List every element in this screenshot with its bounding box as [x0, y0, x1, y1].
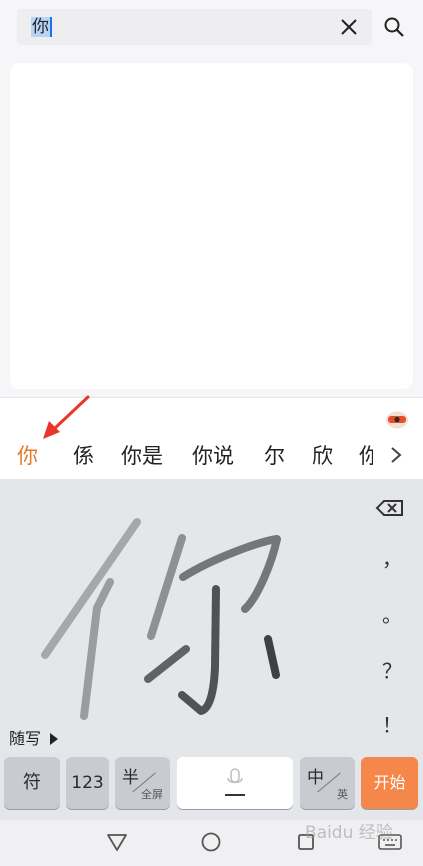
candidate-1[interactable]: 你	[17, 443, 38, 469]
fullscreen-label: 全屏	[141, 788, 163, 801]
watermark: Baidu 经验	[305, 823, 393, 843]
language-switch-key[interactable]: 中 英	[300, 757, 355, 809]
circle-home-icon[interactable]	[200, 831, 222, 853]
period-key[interactable]: 。	[370, 596, 414, 634]
close-icon[interactable]	[338, 16, 360, 38]
chevron-right-icon[interactable]	[388, 445, 404, 465]
go-key[interactable]: 开始	[361, 757, 418, 809]
triangle-right-icon[interactable]	[50, 733, 58, 745]
candidate-4[interactable]: 你说	[192, 443, 234, 469]
numbers-key[interactable]: 123	[66, 757, 109, 809]
chinese-label: 中	[307, 768, 324, 788]
half-fullscreen-key[interactable]: 半 全屏	[115, 757, 170, 809]
candidate-3[interactable]: 你是	[121, 443, 163, 469]
symbol-key[interactable]: 符	[4, 757, 60, 809]
question-key[interactable]: ？	[370, 652, 414, 690]
candidate-5[interactable]: 尔	[264, 443, 285, 469]
backspace-icon[interactable]	[370, 489, 414, 527]
annotation-arrow-icon	[43, 395, 90, 439]
candidate-2[interactable]: 係	[73, 443, 94, 469]
half-label: 半	[122, 768, 139, 788]
search-input[interactable]: 你	[31, 17, 52, 37]
handwriting-mode-label[interactable]: 随写	[9, 728, 41, 750]
english-label: 英	[337, 788, 348, 801]
comma-key[interactable]: ，	[370, 540, 414, 578]
triangle-back-icon[interactable]	[106, 831, 128, 853]
ime-logo-icon[interactable]	[385, 409, 409, 429]
content-card	[10, 63, 413, 389]
candidate-partial[interactable]: 你	[355, 440, 373, 472]
microphone-icon	[225, 768, 245, 796]
candidate-6[interactable]: 欣	[312, 443, 333, 469]
handwritten-character-strokes	[41, 518, 281, 720]
exclaim-key[interactable]: ！	[370, 706, 414, 744]
handwriting-area[interactable]	[0, 479, 360, 749]
space-key[interactable]	[177, 757, 293, 809]
search-box[interactable]: 你	[17, 9, 372, 45]
search-icon[interactable]	[383, 16, 405, 38]
